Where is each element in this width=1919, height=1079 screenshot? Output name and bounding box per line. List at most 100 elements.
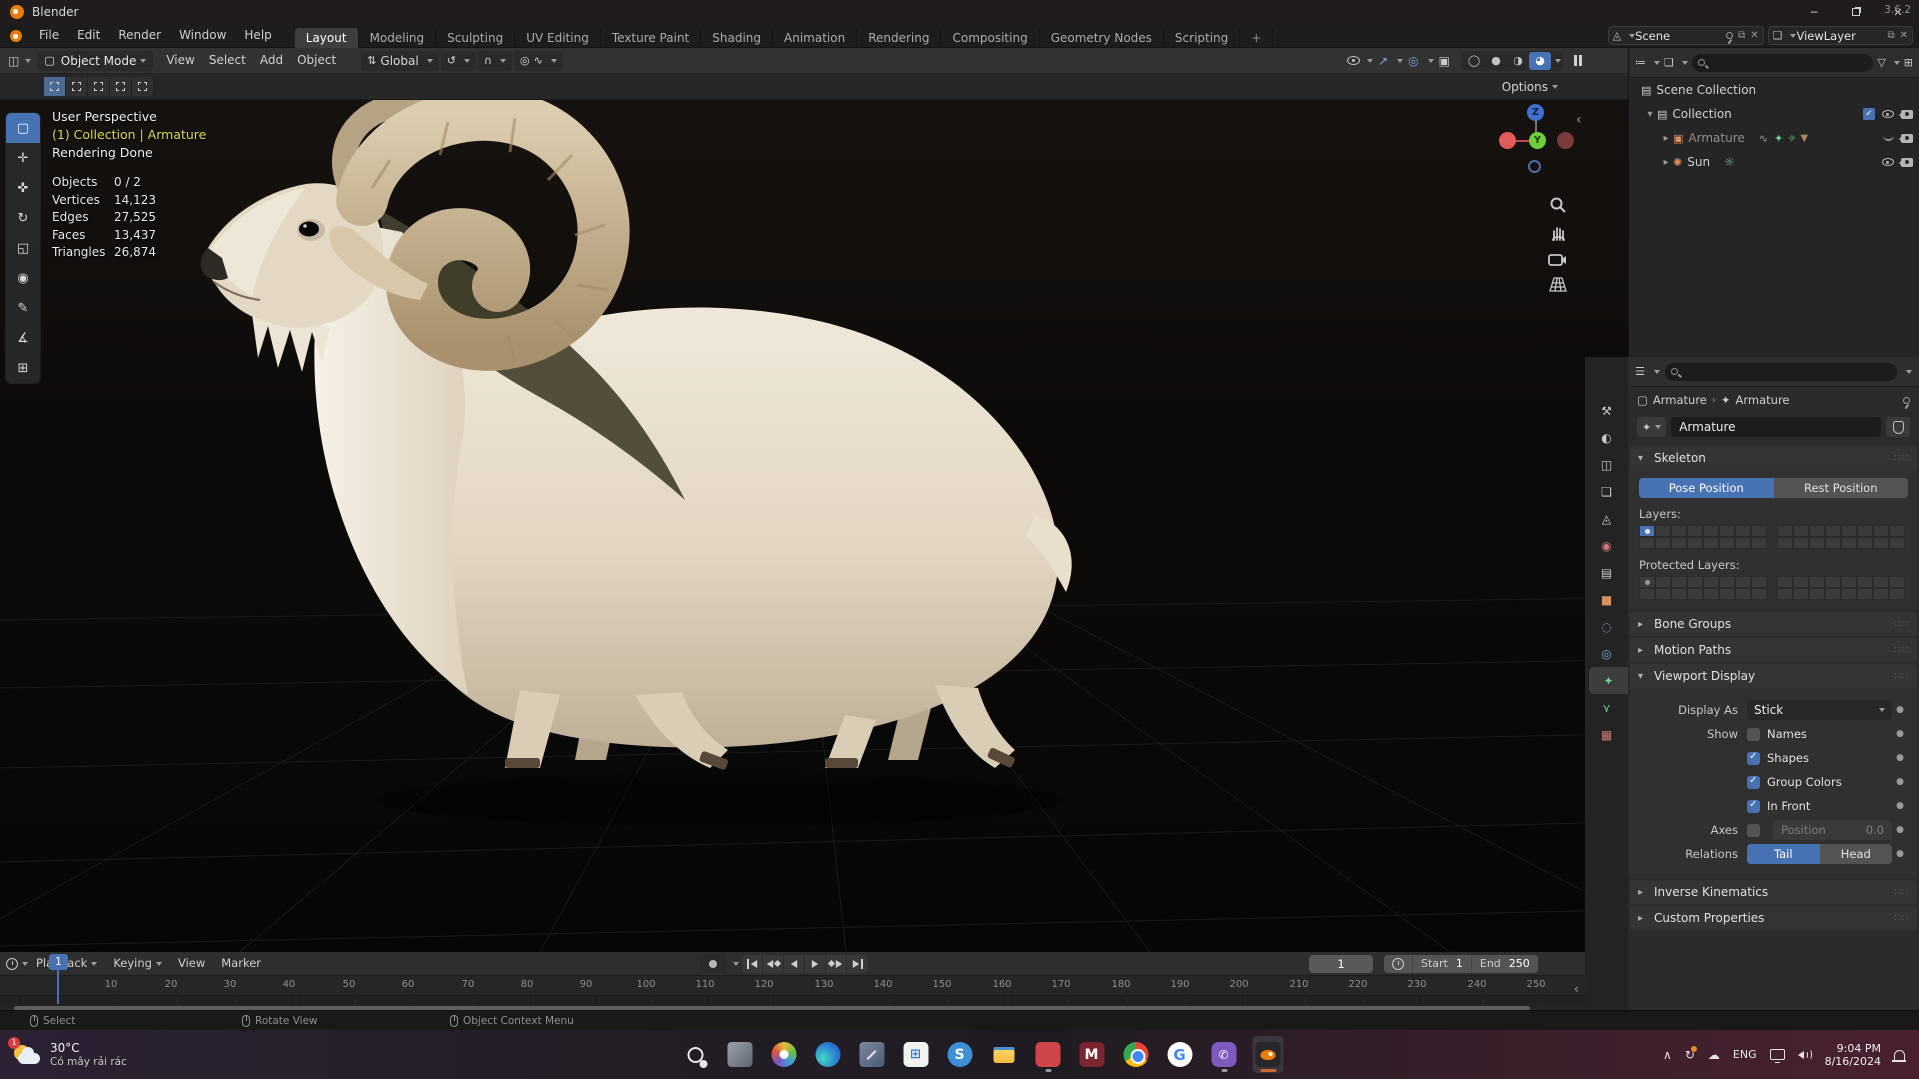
taskbar-viber-app[interactable]: ✆: [1208, 1036, 1239, 1073]
add-cube-tool[interactable]: ⊞: [6, 353, 40, 383]
row-label[interactable]: Collection: [1672, 107, 1731, 121]
display-as-dropdown[interactable]: Stick: [1747, 700, 1892, 720]
shading-wireframe-button[interactable]: ◯: [1463, 52, 1485, 70]
viewlayer-selector[interactable]: ❏ ViewLayer ⧉ ✕: [1767, 26, 1913, 45]
drag-handle-icon[interactable]: ∷∷: [1894, 645, 1909, 656]
axes-position-slider[interactable]: Position 0.0: [1773, 820, 1892, 840]
drag-handle-icon[interactable]: ∷∷: [1894, 887, 1909, 898]
tab-tool[interactable]: ⚒: [1585, 397, 1628, 424]
timeline-editor-icon[interactable]: [6, 957, 18, 970]
disclosure-triangle[interactable]: ▾: [1643, 109, 1657, 120]
tab-render[interactable]: ◐: [1585, 424, 1628, 451]
protected-layer-toggle[interactable]: [1841, 588, 1857, 600]
layer-toggle[interactable]: [1703, 537, 1719, 549]
tab-object-data[interactable]: ✦: [1589, 667, 1628, 694]
annotate-tool[interactable]: ✎: [6, 293, 40, 323]
hidden-icons-chevron[interactable]: ∧: [1663, 1048, 1672, 1062]
overlays-toggle-icon[interactable]: ◎: [1408, 54, 1418, 68]
taskbar-start-button[interactable]: [636, 1036, 667, 1073]
select-mode-intersect[interactable]: [132, 77, 154, 96]
pin-icon[interactable]: [1726, 32, 1734, 39]
tab-physics[interactable]: ◌: [1585, 613, 1628, 640]
drag-handle-icon[interactable]: ∷∷: [1894, 913, 1909, 924]
outliner-row-scene-collection[interactable]: ▤ Scene Collection: [1629, 78, 1919, 102]
protected-layer-toggle[interactable]: [1735, 588, 1751, 600]
protected-layer-toggle[interactable]: [1825, 576, 1841, 588]
rotate-tool[interactable]: ↻: [6, 203, 40, 233]
shading-solid-button[interactable]: ●: [1485, 52, 1507, 70]
new-viewlayer-icon[interactable]: ⧉: [1887, 30, 1894, 41]
current-frame-field[interactable]: 1: [1309, 954, 1373, 973]
snap-dropdown[interactable]: ∩: [477, 50, 512, 71]
in-front-checkbox[interactable]: [1747, 799, 1760, 813]
workspace-tab[interactable]: Compositing: [941, 27, 1040, 48]
proportional-editing-dropdown[interactable]: ◎ ∿: [513, 50, 563, 71]
layer-toggle[interactable]: [1841, 537, 1857, 549]
navigation-gizmo[interactable]: Z Y: [1488, 102, 1580, 194]
layer-toggle[interactable]: [1873, 525, 1889, 537]
disable-render-icon[interactable]: [1899, 157, 1913, 167]
disclosure-triangle[interactable]: ▸: [1659, 133, 1673, 144]
scene-name[interactable]: Scene: [1635, 29, 1721, 43]
protected-layer-toggle[interactable]: [1655, 588, 1671, 600]
measure-tool[interactable]: ∡: [6, 323, 40, 353]
workspace-tab[interactable]: Geometry Nodes: [1040, 27, 1164, 48]
layer-toggle[interactable]: [1751, 525, 1767, 537]
protected-layer-toggle[interactable]: [1735, 576, 1751, 588]
xray-toggle-icon[interactable]: ▣: [1439, 54, 1450, 68]
cursor-tool[interactable]: ✛: [6, 143, 40, 173]
axis-z-negative-handle[interactable]: [1528, 160, 1541, 173]
armature-browse-dropdown[interactable]: ✦: [1637, 417, 1667, 437]
view-menu[interactable]: View: [170, 952, 213, 975]
taskbar-search-button[interactable]: [680, 1036, 711, 1073]
tab-view-layer[interactable]: ❏: [1585, 478, 1628, 505]
protected-layer-toggle[interactable]: [1809, 588, 1825, 600]
protected-layer-toggle[interactable]: [1873, 588, 1889, 600]
auto-keying-button[interactable]: [700, 954, 726, 973]
viewport-menu-item[interactable]: Add: [253, 49, 290, 72]
sidebar-collapse-arrow[interactable]: ‹: [1576, 112, 1582, 128]
protected-layer-toggle[interactable]: [1777, 576, 1793, 588]
workspace-tab[interactable]: Animation: [773, 27, 858, 48]
taskbar-photos-app[interactable]: [768, 1036, 799, 1073]
animate-dot[interactable]: ●: [1892, 849, 1908, 859]
move-tool[interactable]: ✜: [6, 173, 40, 203]
viewport-menu-item[interactable]: Object: [290, 49, 343, 72]
protected-layer-toggle[interactable]: [1751, 576, 1767, 588]
layer-toggle[interactable]: [1687, 525, 1703, 537]
select-box-tool[interactable]: ▢: [6, 113, 40, 143]
layer-toggle[interactable]: [1687, 537, 1703, 549]
pause-icon[interactable]: [1574, 55, 1582, 66]
grid-toggle-icon[interactable]: [1548, 277, 1567, 293]
outliner-row-collection[interactable]: ▾ ▤ Collection ✓: [1629, 102, 1919, 126]
options-dropdown[interactable]: Options: [1502, 80, 1558, 94]
protected-layer-toggle[interactable]: [1889, 588, 1905, 600]
breadcrumb-data[interactable]: Armature: [1736, 393, 1790, 407]
taskbar-grid-app[interactable]: [1032, 1036, 1063, 1073]
workspace-tab[interactable]: UV Editing: [515, 27, 601, 48]
protected-layer-toggle[interactable]: [1857, 576, 1873, 588]
relations-tail-button[interactable]: Tail: [1747, 844, 1820, 864]
bone-groups-header[interactable]: ▸ Bone Groups ∷∷: [1630, 612, 1917, 636]
new-collection-icon[interactable]: ⊞: [1904, 56, 1913, 69]
animate-dot[interactable]: ●: [1892, 801, 1908, 811]
fake-user-button[interactable]: [1886, 417, 1910, 437]
custom-properties-header[interactable]: ▸ Custom Properties ∷∷: [1630, 906, 1917, 930]
layer-toggle[interactable]: [1825, 537, 1841, 549]
menu-item[interactable]: Render: [109, 24, 170, 47]
drag-handle-icon[interactable]: ∷∷: [1894, 619, 1909, 630]
taskbar-explorer-app[interactable]: [988, 1036, 1019, 1073]
protected-layer-toggle[interactable]: [1793, 588, 1809, 600]
new-scene-icon[interactable]: ⧉: [1738, 30, 1745, 41]
workspace-tab[interactable]: Rendering: [857, 27, 942, 48]
layer-toggle[interactable]: [1671, 525, 1687, 537]
cast-icon[interactable]: [1769, 1049, 1785, 1063]
clock[interactable]: 9:04 PM 8/16/2024: [1825, 1042, 1881, 1068]
properties-search-input[interactable]: [1664, 362, 1897, 381]
layer-toggle[interactable]: [1857, 525, 1873, 537]
protected-layer-toggle[interactable]: [1873, 576, 1889, 588]
protected-layer-toggle[interactable]: [1687, 576, 1703, 588]
layer-toggle[interactable]: [1825, 525, 1841, 537]
axis-x-negative-handle[interactable]: [1557, 132, 1574, 149]
inverse-kinematics-header[interactable]: ▸ Inverse Kinematics ∷∷: [1630, 880, 1917, 904]
